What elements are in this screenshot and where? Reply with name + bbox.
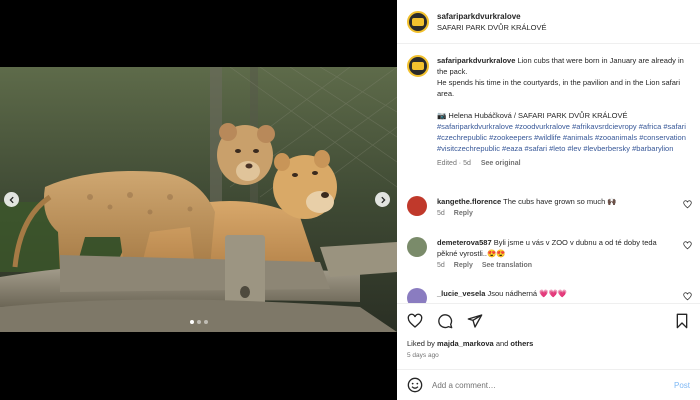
like-comment-heart-icon[interactable] [683,241,692,250]
carousel-dot [203,320,208,324]
see-translation-link[interactable]: See translation [482,262,532,269]
comment-age: 5d [437,210,445,217]
comment-age: 5d [437,262,445,269]
comment-item: demeterova587 Byli jsme u vás v ZOO v du… [407,237,692,269]
see-original-link[interactable]: See original [481,158,521,169]
avatar[interactable] [407,10,429,33]
post-caption: safariparkdvurkralove Lion cubs that wer… [407,55,692,169]
reply-button[interactable]: Reply [454,210,473,217]
comments-scroll-area[interactable]: safariparkdvurkralove Lion cubs that wer… [397,45,700,303]
caption-text-2: He spends his time in the courtyards, in… [437,78,681,98]
liked-by-and: and [493,339,511,348]
comment-username[interactable]: demeterova587 [437,238,492,247]
share-icon[interactable] [467,313,483,329]
comment-input[interactable] [432,381,674,390]
emoji-icon [407,377,423,392]
post-date[interactable]: 5 days ago [407,352,439,359]
save-button[interactable] [674,313,690,331]
header-username[interactable]: safariparkdvurkralove [437,11,546,22]
post-image[interactable] [0,67,397,332]
liked-by-user[interactable]: majda_markova [437,339,494,348]
like-comment-heart-icon[interactable] [683,292,692,301]
liked-by-others[interactable]: others [510,339,533,348]
post-viewer: safariparkdvurkralove SAFARI PARK DVŮR K… [0,0,700,400]
comment-composer: Post [397,369,700,400]
caption-credit: 📷 Helena Hubáčková / SAFARI PARK DVŮR KR… [437,111,628,120]
comment-item: _lucie_vesela Jsou nádherná 💗💗💗 [407,288,692,303]
reply-button[interactable]: Reply [454,262,473,269]
avatar[interactable] [407,196,427,216]
emoji-button[interactable] [407,377,423,395]
like-comment-heart-icon[interactable] [683,200,692,209]
carousel-dots [0,320,397,324]
avatar[interactable] [407,288,427,303]
comment-username[interactable]: kangethe.florence [437,197,501,206]
liked-by: Liked by majda_markova and others [407,339,533,348]
comment-text: Jsou nádherná 💗💗💗 [485,289,568,298]
caption-hashtags[interactable]: #safariparkdvurkralove #zoodvurkralove #… [437,121,692,154]
carousel-dot [189,320,194,324]
chevron-left-icon [8,196,14,203]
comment-username[interactable]: _lucie_vesela [437,289,485,298]
media-area [0,0,397,400]
post-header: safariparkdvurkralove SAFARI PARK DVŮR K… [397,0,700,44]
heart-icon[interactable] [407,313,423,329]
next-image-button[interactable] [375,192,390,207]
avatar[interactable] [407,237,427,257]
header-subtitle[interactable]: SAFARI PARK DVŮR KRÁLOVÉ [437,22,546,33]
edited-label: Edited · 5d [437,160,471,167]
carousel-dot [196,320,201,324]
liked-by-prefix: Liked by [407,339,438,348]
avatar[interactable] [407,55,429,77]
comment-text: The cubs have grown so much 🙌🏿 [501,197,617,206]
chevron-right-icon [380,196,386,203]
comment-item: kangethe.florence The cubs have grown so… [407,196,692,217]
bookmark-icon [676,313,688,329]
caption-username[interactable]: safariparkdvurkralove [437,56,515,65]
post-actions: Liked by majda_markova and others 5 days… [397,303,700,400]
post-details-panel: safariparkdvurkralove SAFARI PARK DVŮR K… [397,0,700,400]
comment-icon[interactable] [437,313,453,329]
previous-image-button[interactable] [4,192,19,207]
post-button[interactable]: Post [674,381,690,390]
